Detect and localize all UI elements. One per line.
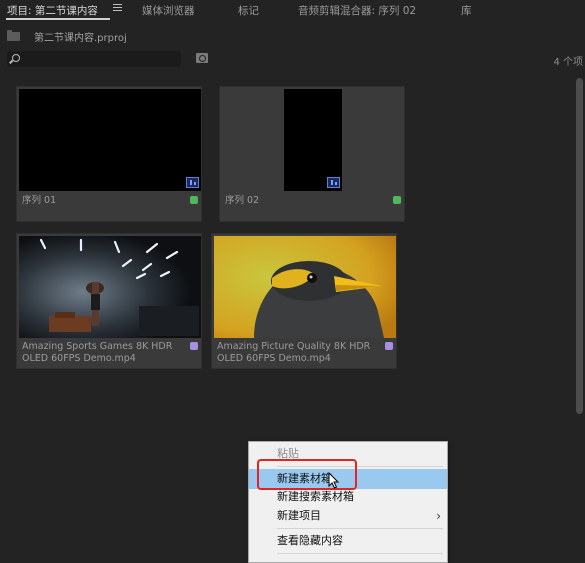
menu-item-new-item-label: 新建项目 bbox=[277, 509, 321, 522]
search-box[interactable] bbox=[7, 51, 181, 67]
menu-item-new-item[interactable]: 新建项目 › bbox=[249, 506, 447, 526]
tab-project[interactable]: 项目: 第二节课内容 bbox=[7, 3, 98, 18]
search-input[interactable] bbox=[25, 51, 175, 67]
sequence-01-thumbnail bbox=[19, 89, 201, 191]
mouse-cursor-icon bbox=[328, 472, 340, 489]
item-name: 序列 01 bbox=[22, 195, 57, 206]
panel-menu-icon[interactable] bbox=[113, 4, 122, 13]
menu-separator bbox=[277, 553, 443, 554]
panel-tab-bar: 项目: 第二节课内容 媒体浏览器 标记 音频剪辑混合器: 序列 02 库 bbox=[0, 0, 585, 20]
label-color-swatch bbox=[190, 196, 198, 204]
video-thumbnail-sports bbox=[19, 236, 201, 338]
label-color-swatch bbox=[190, 342, 198, 350]
project-folder-icon bbox=[7, 30, 20, 41]
label-color-swatch bbox=[385, 342, 393, 350]
sequence-02-thumbnail bbox=[284, 89, 342, 191]
menu-separator bbox=[277, 528, 443, 529]
project-item-sequence-02[interactable]: 序列 02 bbox=[219, 86, 405, 222]
item-name-line-2: OLED 60FPS Demo.mp4 bbox=[22, 353, 136, 364]
project-item-sequence-01[interactable]: 序列 01 bbox=[16, 86, 202, 222]
search-icon bbox=[12, 54, 20, 62]
item-count: 4 个项 bbox=[553, 57, 583, 68]
submenu-arrow-icon: › bbox=[436, 509, 441, 523]
item-name-line-1: Amazing Picture Quality 8K HDR bbox=[217, 341, 371, 352]
tab-audio-clip-mixer[interactable]: 音频剪辑混合器: 序列 02 bbox=[298, 3, 416, 18]
sequence-icon bbox=[327, 177, 340, 188]
annotation-highlight-box bbox=[257, 459, 357, 490]
video-thumbnail-bird bbox=[214, 236, 396, 338]
project-item-video-bird[interactable]: Amazing Picture Quality 8K HDR OLED 60FP… bbox=[211, 233, 397, 369]
menu-item-new-search-bin[interactable]: 新建搜索素材箱 bbox=[249, 487, 447, 507]
vertical-scrollbar[interactable] bbox=[576, 78, 583, 414]
tab-media-browser[interactable]: 媒体浏览器 bbox=[142, 3, 195, 18]
sports-scene-image bbox=[19, 236, 201, 338]
item-name: 序列 02 bbox=[225, 195, 260, 206]
item-name-line-1: Amazing Sports Games 8K HDR bbox=[22, 341, 173, 352]
menu-item-view-hidden[interactable]: 查看隐藏内容 bbox=[249, 531, 447, 551]
active-tab-underline bbox=[6, 18, 110, 20]
project-path-row: 第二节课内容.prproj bbox=[0, 26, 585, 46]
label-color-swatch bbox=[393, 196, 401, 204]
item-name-line-2: OLED 60FPS Demo.mp4 bbox=[217, 353, 331, 364]
project-file-name: 第二节课内容.prproj bbox=[34, 33, 127, 44]
tab-markers[interactable]: 标记 bbox=[238, 3, 259, 18]
tab-libraries[interactable]: 库 bbox=[461, 3, 472, 18]
new-search-bin-button[interactable] bbox=[196, 53, 208, 63]
project-item-video-sports[interactable]: Amazing Sports Games 8K HDR OLED 60FPS D… bbox=[16, 233, 202, 369]
bird-image bbox=[214, 236, 396, 338]
sequence-icon bbox=[186, 177, 199, 188]
